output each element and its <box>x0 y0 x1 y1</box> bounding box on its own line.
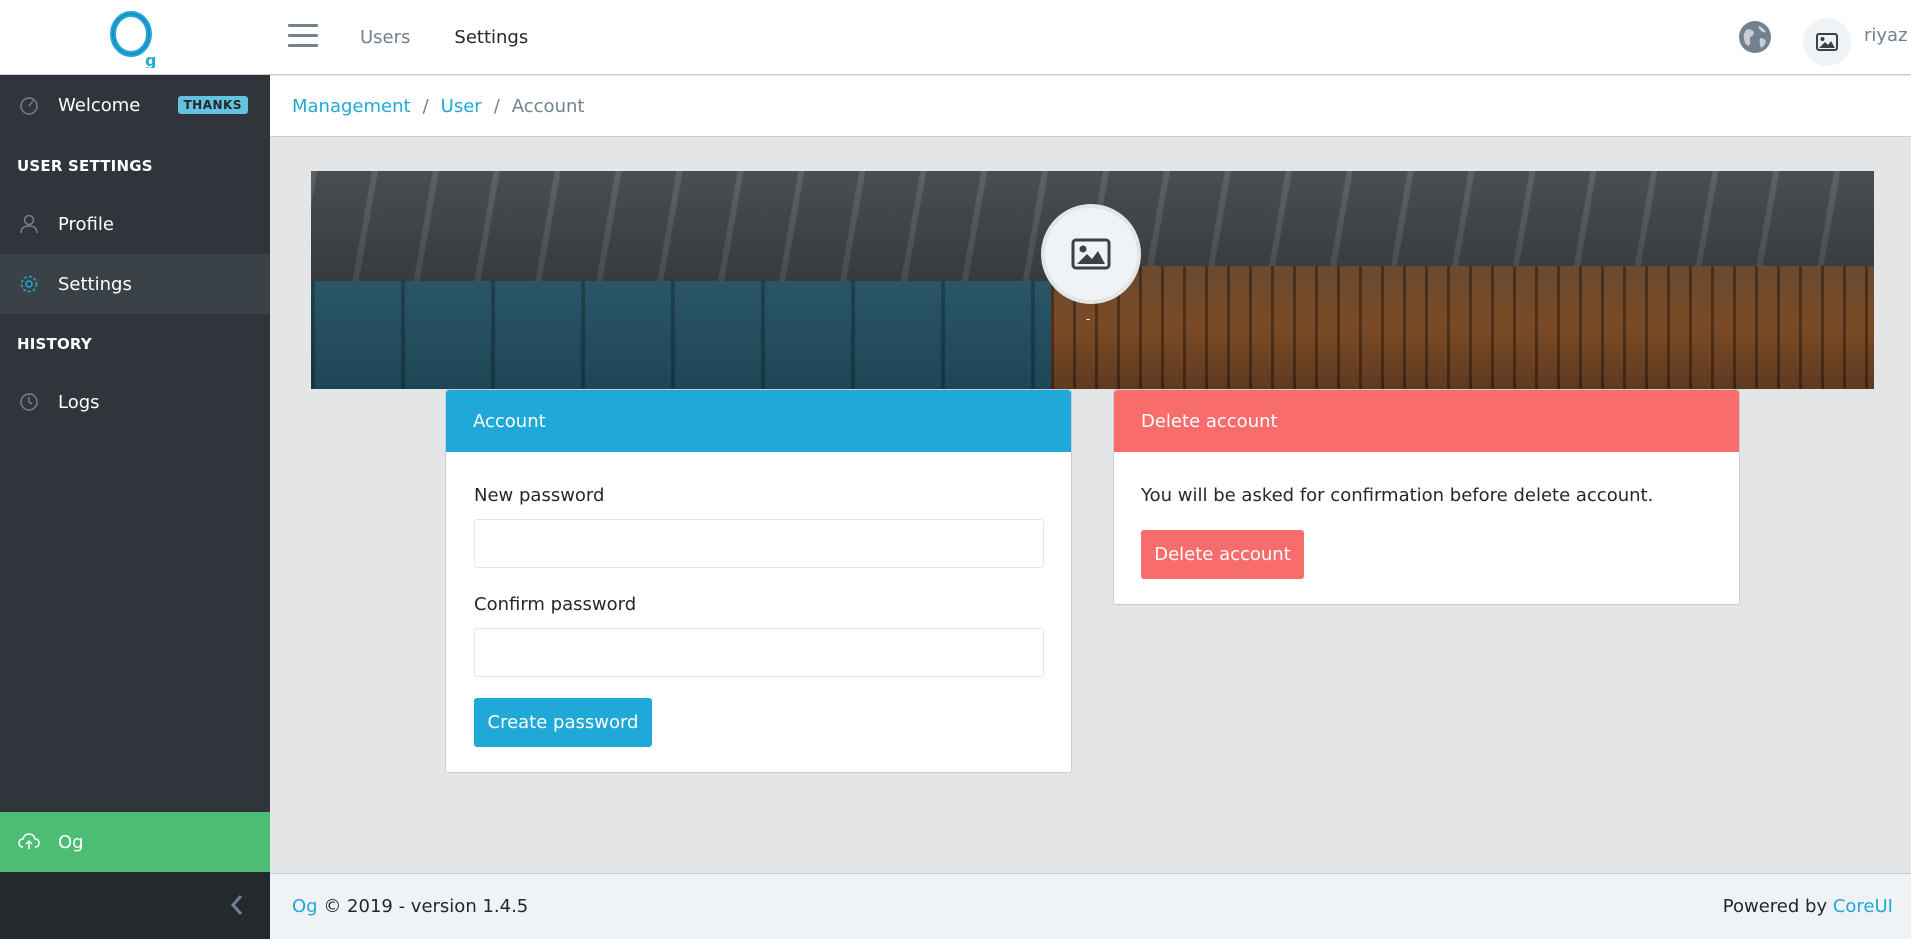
breadcrumb-current: Account <box>511 95 585 117</box>
username-label[interactable]: riyaz <box>1864 25 1908 46</box>
sidebar-item-label: Welcome <box>58 94 141 116</box>
footer-brand-link[interactable]: Og <box>292 896 318 917</box>
account-card-title: Account <box>446 390 1071 452</box>
image-icon <box>1816 33 1838 51</box>
globe-icon[interactable] <box>1738 20 1772 54</box>
user-avatar[interactable] <box>1803 18 1851 66</box>
section-title-history: HISTORY <box>17 335 92 353</box>
breadcrumb-separator: / <box>422 95 429 117</box>
app-footer: Og © 2019 - version 1.4.5 Powered by Cor… <box>270 873 1911 939</box>
user-icon <box>18 213 40 235</box>
footer-copyright: © 2019 - version 1.4.5 <box>323 896 529 917</box>
chevron-left-icon <box>230 895 243 915</box>
sidebar-minimizer-button[interactable] <box>0 872 270 939</box>
speedometer-icon <box>18 94 40 116</box>
section-title-user-settings: USER SETTINGS <box>17 157 153 175</box>
app-header: g Users Settings riyaz <box>0 0 1911 75</box>
delete-warning-text: You will be asked for confirmation befor… <box>1141 485 1654 506</box>
sidebar-item-logs[interactable]: Logs <box>0 372 270 432</box>
gear-icon <box>18 273 40 295</box>
profile-picture[interactable] <box>1041 204 1141 304</box>
new-password-label: New password <box>474 485 605 506</box>
account-card: Account New password Confirm password Cr… <box>445 389 1072 773</box>
footer-left: Og © 2019 - version 1.4.5 <box>292 896 528 917</box>
sidebar-item-welcome[interactable]: Welcome THANKS <box>0 75 270 135</box>
breadcrumb-separator: / <box>493 95 500 117</box>
sidebar: Welcome THANKS USER SETTINGS Profile Set… <box>0 75 270 939</box>
svg-text:g: g <box>145 51 156 68</box>
breadcrumb: Management / User / Account <box>270 76 1911 137</box>
sidebar-item-settings[interactable]: Settings <box>0 254 270 314</box>
sidebar-item-og[interactable]: Og <box>0 812 270 872</box>
sidebar-item-profile[interactable]: Profile <box>0 194 270 254</box>
footer-powered-by: Powered by <box>1722 896 1828 917</box>
new-password-input[interactable] <box>474 519 1044 568</box>
cloud-upload-icon <box>18 831 40 853</box>
delete-card-title: Delete account <box>1114 390 1739 452</box>
breadcrumb-management[interactable]: Management <box>292 96 411 117</box>
footer-right: Powered by CoreUI <box>1723 896 1893 917</box>
thanks-badge: THANKS <box>177 96 248 114</box>
breadcrumb-user[interactable]: User <box>441 96 482 117</box>
delete-account-button[interactable]: Delete account <box>1141 530 1304 579</box>
confirm-password-input[interactable] <box>474 628 1044 677</box>
top-nav-users[interactable]: Users <box>360 27 410 48</box>
delete-account-card: Delete account You will be asked for con… <box>1113 389 1740 605</box>
brand-logo[interactable]: g <box>0 0 270 75</box>
sidebar-item-label: Og <box>58 831 84 853</box>
image-icon <box>1071 238 1111 270</box>
hamburger-icon <box>288 24 318 27</box>
top-nav-settings[interactable]: Settings <box>454 27 528 48</box>
sidebar-item-label: Profile <box>58 213 114 235</box>
sidebar-toggle-button[interactable] <box>288 24 318 50</box>
clock-icon <box>18 391 40 413</box>
coreui-link[interactable]: CoreUI <box>1833 896 1893 917</box>
top-nav: Users Settings <box>360 0 528 75</box>
create-password-button[interactable]: Create password <box>474 698 652 747</box>
og-logo-icon: g <box>110 10 156 68</box>
profile-caption: - <box>1086 312 1091 326</box>
sidebar-item-label: Settings <box>58 273 132 295</box>
sidebar-item-label: Logs <box>58 391 100 413</box>
confirm-password-label: Confirm password <box>474 594 637 615</box>
